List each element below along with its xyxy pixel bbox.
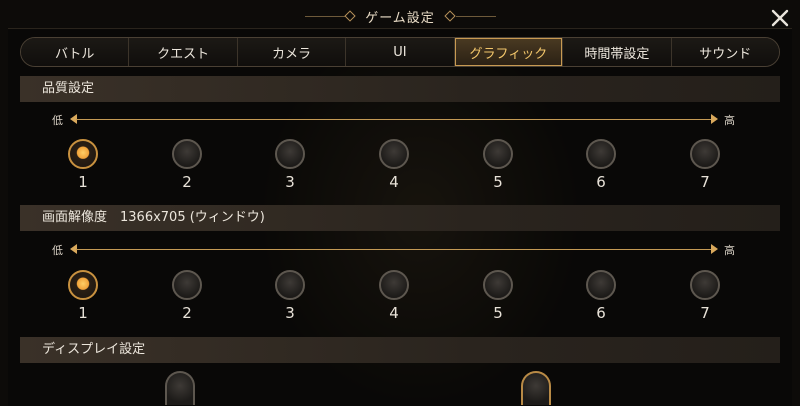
display-section-header: ディスプレイ設定: [20, 337, 780, 363]
title-ornament-line-left: [305, 16, 345, 17]
quality-option-number: 5: [493, 173, 503, 191]
quality-option-number: 2: [182, 173, 192, 191]
resolution-section-header: 画面解像度 1366x705 (ウィンドウ): [20, 205, 780, 231]
quality-option-knob: [379, 139, 409, 169]
quality-option-number: 3: [285, 173, 295, 191]
resolution-option-number: 4: [389, 304, 399, 322]
quality-option-knob: [586, 139, 616, 169]
quality-option-number: 6: [596, 173, 606, 191]
quality-high-label: 高: [724, 114, 735, 127]
quality-option-number: 1: [78, 173, 88, 191]
resolution-option-number: 5: [493, 304, 503, 322]
title-diamond-icon-left: [344, 10, 356, 22]
resolution-low-label: 低: [52, 244, 63, 257]
title-bar: ゲーム設定: [0, 0, 800, 30]
display-option-knob-partial-selected[interactable]: [521, 371, 551, 405]
quality-option-6[interactable]: 6: [581, 139, 621, 191]
quality-option-knob: [68, 139, 98, 169]
tab-camera[interactable]: カメラ: [237, 38, 347, 66]
resolution-option-knob: [483, 270, 513, 300]
quality-option-number: 7: [700, 173, 710, 191]
resolution-high-label: 高: [724, 244, 735, 257]
resolution-option-6[interactable]: 6: [581, 270, 621, 322]
quality-option-7[interactable]: 7: [685, 139, 725, 191]
resolution-option-number: 2: [182, 304, 192, 322]
tab-quest[interactable]: クエスト: [129, 38, 238, 66]
quality-arrow-right-icon: [711, 114, 718, 124]
resolution-option-number: 6: [596, 304, 606, 322]
quality-option-1[interactable]: 1: [63, 139, 103, 191]
tab-ui[interactable]: UI: [346, 38, 455, 66]
window-title: ゲーム設定: [365, 11, 435, 26]
resolution-option-knob: [275, 270, 305, 300]
display-option-knob-partial[interactable]: [165, 371, 195, 405]
tab-battle[interactable]: バトル: [21, 38, 130, 66]
tab-sound[interactable]: サウンド: [671, 38, 779, 66]
tab-time-of-day[interactable]: 時間帯設定: [563, 38, 672, 66]
resolution-option-7[interactable]: 7: [685, 270, 725, 322]
tab-bar: バトル クエスト カメラ UI グラフィック 時間帯設定 サウンド: [20, 37, 780, 67]
resolution-option-4[interactable]: 4: [374, 270, 414, 322]
tab-graphics[interactable]: グラフィック: [454, 38, 564, 66]
quality-option-knob: [690, 139, 720, 169]
resolution-option-knob: [172, 270, 202, 300]
quality-option-3[interactable]: 3: [270, 139, 310, 191]
resolution-option-knob: [379, 270, 409, 300]
close-icon: [771, 9, 789, 27]
quality-option-knob: [275, 139, 305, 169]
title-diamond-icon-right: [444, 10, 456, 22]
quality-option-knob: [483, 139, 513, 169]
resolution-scale-line: [76, 249, 711, 250]
resolution-option-number: 1: [78, 304, 88, 322]
close-button[interactable]: [768, 6, 792, 30]
quality-option-4[interactable]: 4: [374, 139, 414, 191]
quality-option-5[interactable]: 5: [478, 139, 518, 191]
resolution-option-2[interactable]: 2: [167, 270, 207, 322]
quality-scale-line: [76, 119, 711, 120]
quality-option-2[interactable]: 2: [167, 139, 207, 191]
quality-option-knob: [172, 139, 202, 169]
resolution-option-1[interactable]: 1: [63, 270, 103, 322]
quality-section-header: 品質設定: [20, 76, 780, 102]
resolution-option-knob: [690, 270, 720, 300]
quality-low-label: 低: [52, 114, 63, 127]
resolution-option-number: 7: [700, 304, 710, 322]
resolution-arrow-right-icon: [711, 244, 718, 254]
resolution-option-5[interactable]: 5: [478, 270, 518, 322]
resolution-option-3[interactable]: 3: [270, 270, 310, 322]
title-ornament-line-right: [456, 16, 496, 17]
resolution-option-knob: [68, 270, 98, 300]
resolution-option-number: 3: [285, 304, 295, 322]
resolution-option-knob: [586, 270, 616, 300]
quality-option-number: 4: [389, 173, 399, 191]
